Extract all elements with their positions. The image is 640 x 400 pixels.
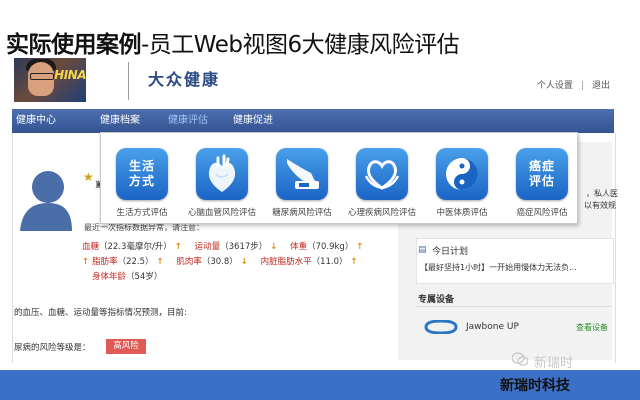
metric-value-blood-sugar: （22.3毫摩尔/升） — [99, 242, 172, 252]
risk-level-badge: 高风险 — [106, 339, 146, 354]
metric-value-visceral-fat: （11.0） — [311, 257, 348, 267]
cancer-risk-tile[interactable]: 癌症评估 — [516, 148, 568, 200]
lifestyle-assessment-tile[interactable]: 生活方式 — [116, 148, 168, 200]
header-divider — [128, 62, 129, 100]
nav-item-health-assessment[interactable]: 健康评估 — [168, 109, 208, 133]
user-avatar-icon — [20, 171, 72, 231]
arrow-up-icon: ↑ — [82, 257, 93, 267]
view-device-link[interactable]: 查看设备 — [576, 322, 608, 333]
link-separator: | — [580, 81, 584, 91]
today-plan-text: 【最好坚持1小时】一开始用慢体力无法负... — [420, 263, 577, 272]
cardio-risk-tile[interactable] — [196, 148, 248, 200]
slide-title-part2: -员工Web视图6大健康风险评估 — [141, 32, 460, 58]
nav-item-health-records[interactable]: 健康档案 — [100, 109, 140, 133]
metrics-row-2: ↑ 脂肪率（22.5） ↑ 肌肉率（30.8） ↓ 内脏脂肪水平（11.0） ↑ — [82, 255, 402, 270]
lifestyle-assessment-label[interactable]: 生活方式评估 — [97, 206, 187, 218]
cancer-text-icon: 癌症评估 — [527, 159, 557, 189]
metric-value-body-age: （54岁） — [126, 272, 163, 282]
calendar-icon: ▤ — [418, 245, 427, 255]
metric-name-blood-sugar: 血糖 — [82, 242, 100, 252]
metrics-list: 血糖（22.3毫摩尔/升） ↑ 运动量（3617步） ↓ 体重（70.9kg） … — [82, 240, 402, 285]
arrow-up-icon: ↑ — [353, 242, 364, 252]
metric-name-fat-rate: 脂肪率 — [92, 257, 118, 267]
personal-settings-link[interactable]: 个人设置 — [537, 81, 573, 91]
main-nav: 健康中心 健康档案 健康评估 健康促进 — [12, 109, 614, 133]
watermark-text: 新瑞时 — [534, 356, 574, 371]
metric-value-weight: （70.9kg） — [307, 242, 354, 252]
arrow-down-icon: ↓ — [237, 257, 248, 267]
devices-title: 专属设备 — [418, 295, 455, 305]
tcm-constitution-label[interactable]: 中医体质评估 — [417, 206, 507, 218]
metrics-row-1: 血糖（22.3毫摩尔/升） ↑ 运动量（3617步） ↓ 体重（70.9kg） … — [82, 240, 402, 255]
metric-value-muscle-rate: （30.8） — [201, 257, 238, 267]
slide-title: 实际使用案例-员工Web视图6大健康风险评估 — [6, 28, 460, 62]
side-panel-text-2: 以有效规 — [584, 201, 616, 210]
slide-title-part1: 实际使用案例 — [6, 32, 142, 58]
lifestyle-tile-title: 生活方式 — [128, 159, 155, 188]
metric-value-exercise: （3617步） — [220, 242, 268, 252]
metric-value-fat-rate: （22.5） — [117, 257, 154, 267]
metrics-row-3: 身体年龄（54岁） — [82, 270, 402, 285]
yin-yang-icon — [446, 158, 478, 190]
metric-name-exercise: 运动量 — [194, 242, 221, 252]
top-links: 个人设置 | 退出 — [537, 78, 610, 91]
cardio-risk-label[interactable]: 心脑血管风险评估 — [177, 206, 267, 218]
mental-risk-tile[interactable] — [356, 148, 408, 200]
devices-divider — [416, 306, 612, 307]
diabetes-risk-tile[interactable] — [276, 148, 328, 200]
presenter-photo: HINA — [14, 58, 86, 102]
metric-name-visceral-fat: 内脏脂肪水平 — [260, 257, 312, 267]
metric-name-weight: 体重 — [290, 242, 308, 252]
cancer-risk-label[interactable]: 癌症风险评估 — [497, 206, 587, 218]
nav-item-health-promotion[interactable]: 健康促进 — [233, 109, 273, 133]
nav-item-health-center[interactable]: 健康中心 — [16, 109, 56, 133]
tcm-constitution-tile[interactable] — [436, 148, 488, 200]
logout-link[interactable]: 退出 — [592, 81, 610, 91]
diabetes-risk-label[interactable]: 糖尿病风险评估 — [257, 206, 347, 218]
wristband-icon — [424, 320, 458, 334]
today-plan-title: 今日计划 — [432, 247, 469, 257]
heart-hands-icon — [364, 160, 400, 190]
metric-name-body-age: 身体年龄 — [92, 272, 127, 282]
lifestyle-text-icon: 生活方式 — [127, 159, 157, 189]
glucose-meter-icon — [287, 159, 319, 189]
metric-name-muscle-rate: 肌肉率 — [176, 257, 202, 267]
cancer-tile-title: 癌症评估 — [528, 159, 555, 188]
side-panel-text-1: ，私人医 — [586, 189, 618, 198]
arrow-up-icon: ↑ — [347, 257, 358, 267]
arrow-down-icon: ↓ — [267, 242, 278, 252]
device-name: Jawbone UP — [466, 322, 519, 332]
heart-organ-icon — [208, 154, 236, 192]
footer-brand: 新瑞时科技 — [500, 378, 570, 394]
prediction-text: 的血压、血糖、运动量等指标情况预测，目前: — [14, 308, 187, 318]
risk-level-label: 尿病的风险等级是： — [14, 343, 91, 353]
photo-banner-text: HINA — [54, 68, 86, 82]
wechat-icon — [512, 352, 528, 366]
arrow-up-icon: ↑ — [153, 257, 164, 267]
arrow-up-icon: ↑ — [171, 242, 182, 252]
mental-risk-label[interactable]: 心理疾病风险评估 — [337, 206, 427, 218]
star-icon: ★ — [83, 170, 94, 184]
brand-logo: 大众健康 — [148, 70, 221, 89]
